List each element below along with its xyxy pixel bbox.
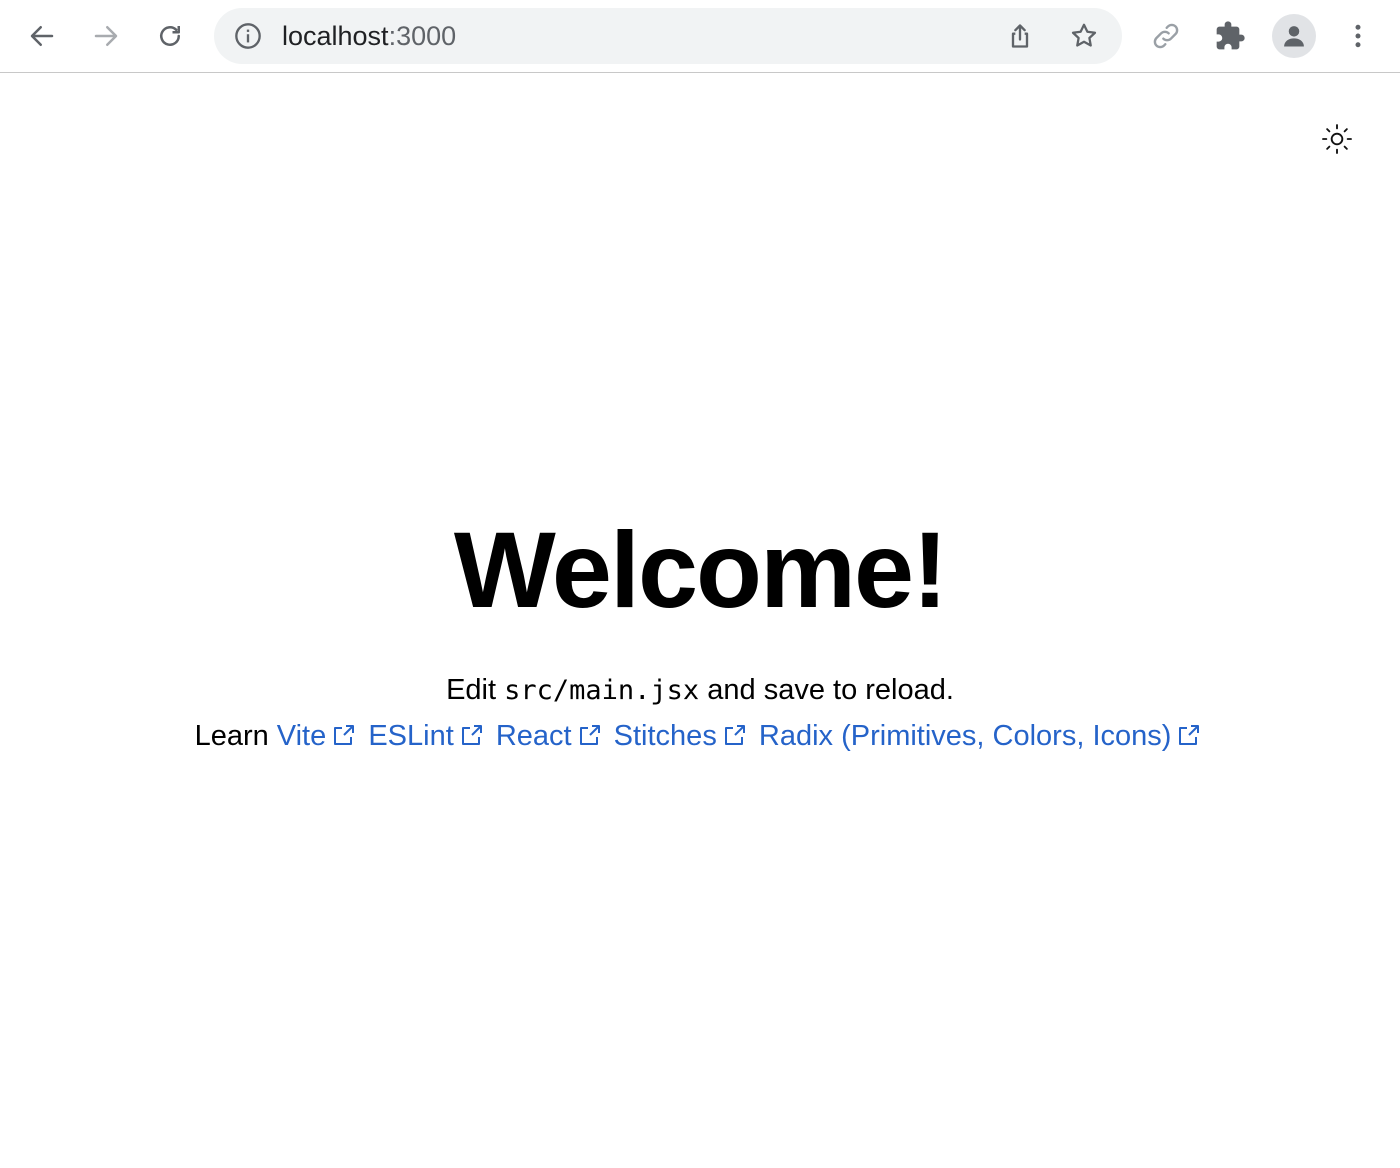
back-button[interactable] xyxy=(22,16,62,56)
profile-icon xyxy=(1284,26,1304,47)
edit-prefix: Edit xyxy=(446,674,497,706)
link-label: ESLint xyxy=(368,720,454,752)
browser-toolbar: localhost:3000 xyxy=(0,0,1400,73)
edit-suffix: and save to reload. xyxy=(707,674,954,706)
link-eslint[interactable]: ESLint xyxy=(368,720,487,752)
url-port: :3000 xyxy=(388,21,457,51)
profile-button[interactable] xyxy=(1272,14,1316,58)
share-icon[interactable] xyxy=(1004,20,1036,52)
extensions-button[interactable] xyxy=(1210,16,1250,56)
link-label: Vite xyxy=(276,720,327,752)
external-link-icon xyxy=(579,725,600,745)
reload-button[interactable] xyxy=(150,16,190,56)
star-icon[interactable] xyxy=(1068,20,1100,52)
external-link-icon xyxy=(461,725,482,745)
learn-label: Learn xyxy=(194,720,269,752)
edit-instructions: Edit src/main.jsx and save to reload. xyxy=(0,670,1400,711)
info-icon[interactable] xyxy=(234,22,262,50)
sun-icon xyxy=(1322,124,1352,154)
menu-button[interactable] xyxy=(1338,16,1378,56)
link-label: Radix (Primitives, Colors, Icons) xyxy=(758,720,1172,752)
external-link-icon xyxy=(724,725,745,745)
external-link-icon xyxy=(334,725,355,745)
link-label: Stitches xyxy=(613,720,717,752)
learn-links: Learn Vite ESLint React Stitches Radix (… xyxy=(0,716,1400,756)
address-bar[interactable]: localhost:3000 xyxy=(214,8,1122,64)
url-text[interactable]: localhost:3000 xyxy=(282,8,456,64)
link-radix[interactable]: Radix (Primitives, Colors, Icons) xyxy=(759,720,1206,752)
link-label: React xyxy=(495,720,572,752)
forward-icon xyxy=(94,26,118,46)
reload-icon xyxy=(160,26,180,46)
edit-code: src/main.jsx xyxy=(504,675,700,706)
link-icon xyxy=(1153,23,1179,49)
link-button[interactable] xyxy=(1146,16,1186,56)
link-stitches[interactable]: Stitches xyxy=(614,720,751,752)
page-heading: Welcome! xyxy=(453,509,948,630)
back-icon xyxy=(30,26,54,46)
extensions-icon xyxy=(1216,21,1245,50)
forward-button[interactable] xyxy=(86,16,126,56)
external-link-icon xyxy=(1179,725,1200,745)
url-host: localhost xyxy=(282,21,389,51)
link-vite[interactable]: Vite xyxy=(277,720,360,752)
theme-toggle-button[interactable] xyxy=(1320,122,1354,156)
menu-icon xyxy=(1355,24,1361,48)
link-react[interactable]: React xyxy=(496,720,606,752)
